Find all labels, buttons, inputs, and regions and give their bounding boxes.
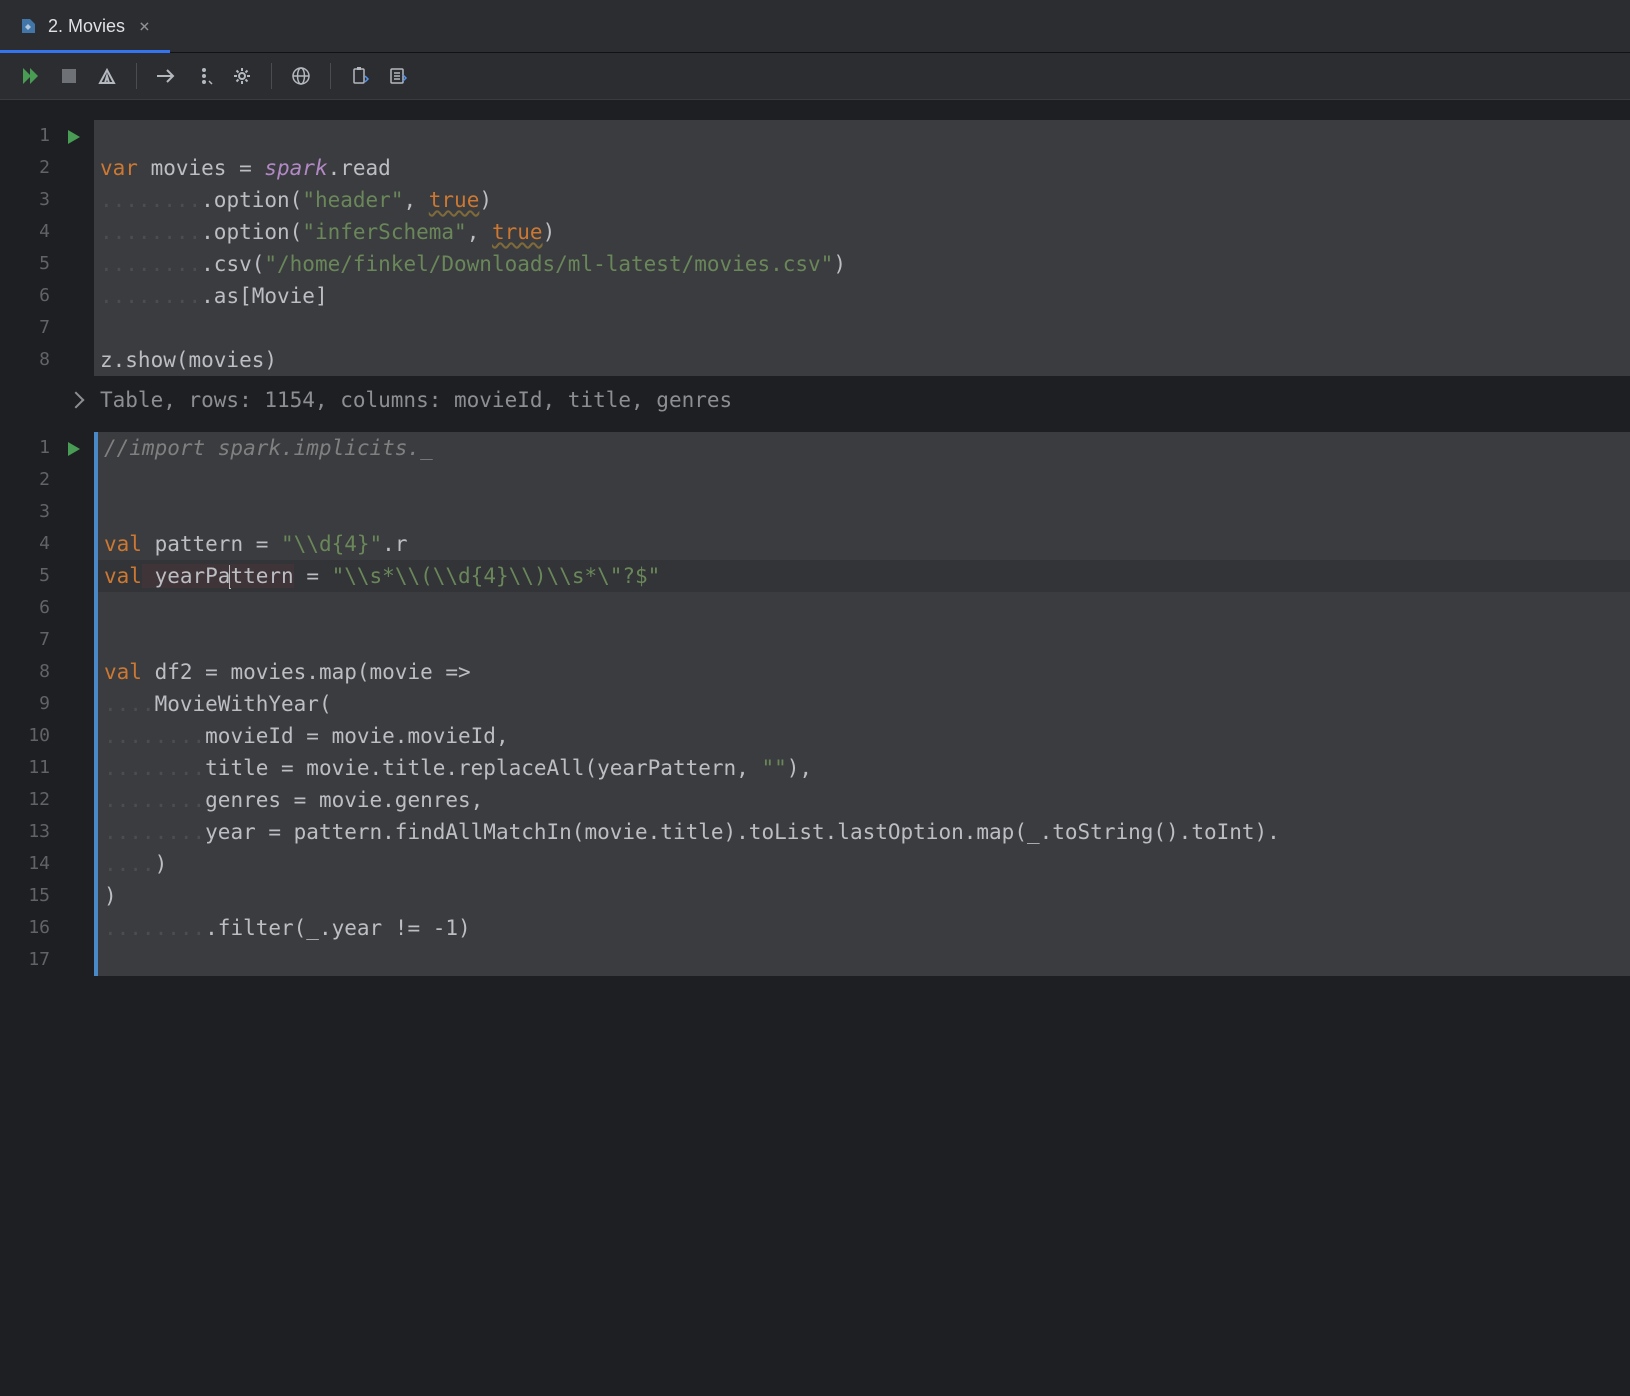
code-line-current[interactable]: val yearPattern = "\\s*\\(\\d{4}\\)\\s*\… <box>98 560 1630 592</box>
line-number[interactable]: 1 <box>0 120 94 152</box>
settings-button[interactable] <box>225 59 259 93</box>
list-button[interactable] <box>381 59 415 93</box>
line-number: 3 <box>0 496 94 528</box>
code-line[interactable]: val df2 = movies.map(movie => <box>98 656 1630 688</box>
line-number: 16 <box>0 912 94 944</box>
line-number: 8 <box>0 344 94 376</box>
line-number: 8 <box>0 656 94 688</box>
code-line[interactable]: ........year = pattern.findAllMatchIn(mo… <box>98 816 1630 848</box>
gutter: 1 2 3 4 5 6 7 8 <box>0 120 94 376</box>
close-icon[interactable]: × <box>135 16 154 37</box>
code-cell-1[interactable]: 1 2 3 4 5 6 7 8 var movies = spark.read … <box>0 120 1630 424</box>
line-number: 6 <box>0 592 94 624</box>
code-line[interactable] <box>98 464 1630 496</box>
code-line[interactable]: //import spark.implicits._ <box>98 432 1630 464</box>
output-text: Table, rows: 1154, columns: movieId, tit… <box>100 388 732 412</box>
code-line[interactable] <box>94 120 1630 152</box>
clear-outputs-button[interactable] <box>90 59 124 93</box>
chevron-right-icon[interactable] <box>68 392 85 409</box>
line-number: 9 <box>0 688 94 720</box>
code-line[interactable] <box>98 592 1630 624</box>
line-number: 2 <box>0 152 94 184</box>
line-number: 17 <box>0 944 94 976</box>
line-number[interactable]: 1 <box>0 432 94 464</box>
code-line[interactable]: ........movieId = movie.movieId, <box>98 720 1630 752</box>
code-line[interactable]: ........title = movie.title.replaceAll(y… <box>98 752 1630 784</box>
line-number: 13 <box>0 816 94 848</box>
gutter: 1 2 3 4 5 6 7 8 9 10 11 12 13 14 15 16 1… <box>0 432 94 976</box>
toolbar-separator <box>330 63 331 89</box>
zeppelin-file-icon <box>20 17 38 35</box>
line-number: 12 <box>0 784 94 816</box>
browser-button[interactable] <box>284 59 318 93</box>
line-number: 7 <box>0 624 94 656</box>
notebook-area: 1 2 3 4 5 6 7 8 var movies = spark.read … <box>0 100 1630 976</box>
more-actions-button[interactable] <box>187 59 221 93</box>
code-line[interactable]: ....) <box>98 848 1630 880</box>
line-number: 11 <box>0 752 94 784</box>
line-number: 2 <box>0 464 94 496</box>
goto-button[interactable] <box>149 59 183 93</box>
code-cell-2[interactable]: 1 2 3 4 5 6 7 8 9 10 11 12 13 14 15 16 1… <box>0 432 1630 976</box>
line-number: 15 <box>0 880 94 912</box>
code-line[interactable] <box>94 312 1630 344</box>
line-number: 14 <box>0 848 94 880</box>
code-line[interactable]: ) <box>98 880 1630 912</box>
stop-button[interactable] <box>52 59 86 93</box>
code-line[interactable]: .........filter(_.year != -1) <box>98 912 1630 944</box>
tab-label: 2. Movies <box>48 16 125 37</box>
tab-movies[interactable]: 2. Movies × <box>0 0 170 52</box>
line-number: 4 <box>0 528 94 560</box>
code-area[interactable]: var movies = spark.read .........option(… <box>94 120 1630 376</box>
code-line[interactable]: ....MovieWithYear( <box>98 688 1630 720</box>
line-number: 4 <box>0 216 94 248</box>
code-line[interactable]: .........option("inferSchema", true) <box>94 216 1630 248</box>
code-line[interactable]: ........genres = movie.genres, <box>98 784 1630 816</box>
tab-bar: 2. Movies × <box>0 0 1630 53</box>
code-line[interactable]: .........option("header", true) <box>94 184 1630 216</box>
line-number: 3 <box>0 184 94 216</box>
notebook-toolbar <box>0 53 1630 100</box>
line-number: 7 <box>0 312 94 344</box>
line-number: 6 <box>0 280 94 312</box>
code-line[interactable] <box>98 624 1630 656</box>
run-all-button[interactable] <box>14 59 48 93</box>
code-line[interactable]: val pattern = "\\d{4}".r <box>98 528 1630 560</box>
code-area[interactable]: //import spark.implicits._ val pattern =… <box>94 432 1630 976</box>
code-line[interactable] <box>98 496 1630 528</box>
line-number: 5 <box>0 248 94 280</box>
line-number: 5 <box>0 560 94 592</box>
line-number: 10 <box>0 720 94 752</box>
toolbar-separator <box>271 63 272 89</box>
code-line[interactable]: var movies = spark.read <box>94 152 1630 184</box>
paste-button[interactable] <box>343 59 377 93</box>
toolbar-separator <box>136 63 137 89</box>
code-line[interactable] <box>98 944 1630 976</box>
code-line[interactable]: .........as[Movie] <box>94 280 1630 312</box>
cell-output[interactable]: Table, rows: 1154, columns: movieId, tit… <box>0 376 1630 424</box>
code-line[interactable]: .........csv("/home/finkel/Downloads/ml-… <box>94 248 1630 280</box>
code-line[interactable]: z.show(movies) <box>94 344 1630 376</box>
